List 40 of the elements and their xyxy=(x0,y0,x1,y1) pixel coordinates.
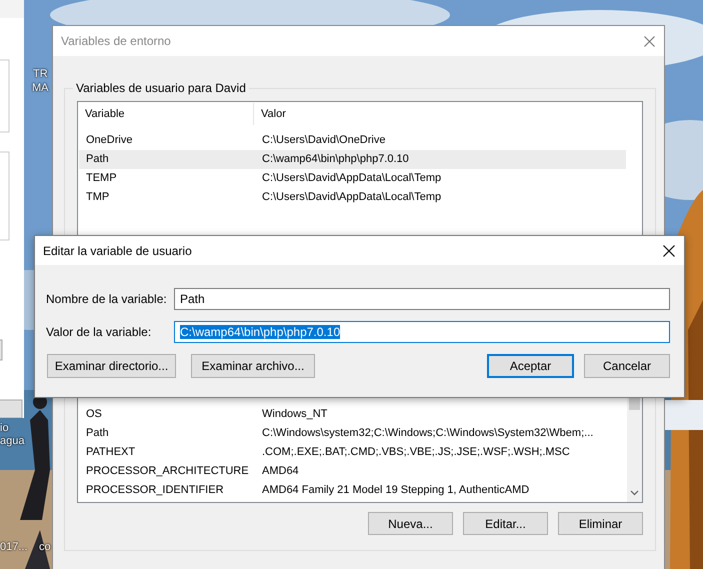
variable-name: PROCESSOR_ARCHITECTURE xyxy=(85,464,250,479)
dialog-button[interactable]: Editar... xyxy=(463,512,548,535)
variable-value: C:\Users\David\OneDrive xyxy=(261,133,386,148)
desktop-icon-label[interactable]: io xyxy=(0,421,9,435)
variable-name: OS xyxy=(85,407,103,422)
dialog-button[interactable]: Examinar archivo... xyxy=(191,354,315,378)
dialog-button[interactable]: Aceptar xyxy=(487,354,574,378)
variable-name: Path xyxy=(85,152,110,167)
list-row[interactable]: Path C:\wamp64\bin\php\php7.0.10 xyxy=(79,150,626,169)
text-field[interactable]: Path xyxy=(174,288,670,310)
column-header[interactable]: Valor xyxy=(254,103,286,125)
dialog-button[interactable]: Examinar directorio... xyxy=(47,354,176,378)
list-row[interactable]: TEMP C:\Users\David\AppData\Local\Temp xyxy=(79,169,626,188)
variable-value: AMD64 xyxy=(261,464,299,479)
variable-name: OneDrive xyxy=(85,133,134,148)
variable-name: PROCESSOR_IDENTIFIER xyxy=(85,483,225,498)
dialog-button[interactable]: Nueva... xyxy=(368,512,453,535)
column-header[interactable]: Variable xyxy=(78,103,254,125)
field-label: Valor de la variable: xyxy=(46,325,152,339)
dialog-button[interactable]: Cancelar xyxy=(584,354,670,378)
text-field[interactable]: C:\wamp64\bin\php\php7.0.10 xyxy=(174,321,670,343)
variable-value: AMD64 Family 21 Model 19 Stepping 1, AuthenticAMD xyxy=(261,483,530,498)
list-row[interactable]: TMP C:\Users\David\AppData\Local\Temp xyxy=(79,188,626,207)
close-icon[interactable] xyxy=(663,244,675,256)
variable-name: TMP xyxy=(85,190,110,205)
variable-value: Windows_NT xyxy=(261,407,328,422)
variable-value: C:\Windows\system32;C:\Windows;C:\Windows\System32\Wbem;... xyxy=(261,426,594,441)
desktop-icon-label[interactable]: agua xyxy=(0,434,24,448)
variable-value: .COM;.EXE;.BAT;.CMD;.VBS;.VBE;.JS;.JSE;.WSF;.WSH;.MSC xyxy=(261,445,570,460)
variable-value: C:\Users\David\AppData\Local\Temp xyxy=(261,171,442,186)
variable-name: PATHEXT xyxy=(85,445,136,460)
variable-name: TEMP xyxy=(85,171,118,186)
variable-value: C:\wamp64\bin\php\php7.0.10 xyxy=(261,152,409,167)
list-row[interactable]: OneDrive C:\Users\David\OneDrive xyxy=(79,131,626,150)
window-title: Variables de entorno xyxy=(61,34,171,48)
dialog-button[interactable]: Eliminar xyxy=(558,512,643,535)
group-label: Variables de usuario para David xyxy=(75,81,247,95)
field-label: Nombre de la variable: xyxy=(46,292,168,306)
variable-name: Path xyxy=(85,426,110,441)
variable-value: C:\Users\David\AppData\Local\Temp xyxy=(261,190,442,205)
